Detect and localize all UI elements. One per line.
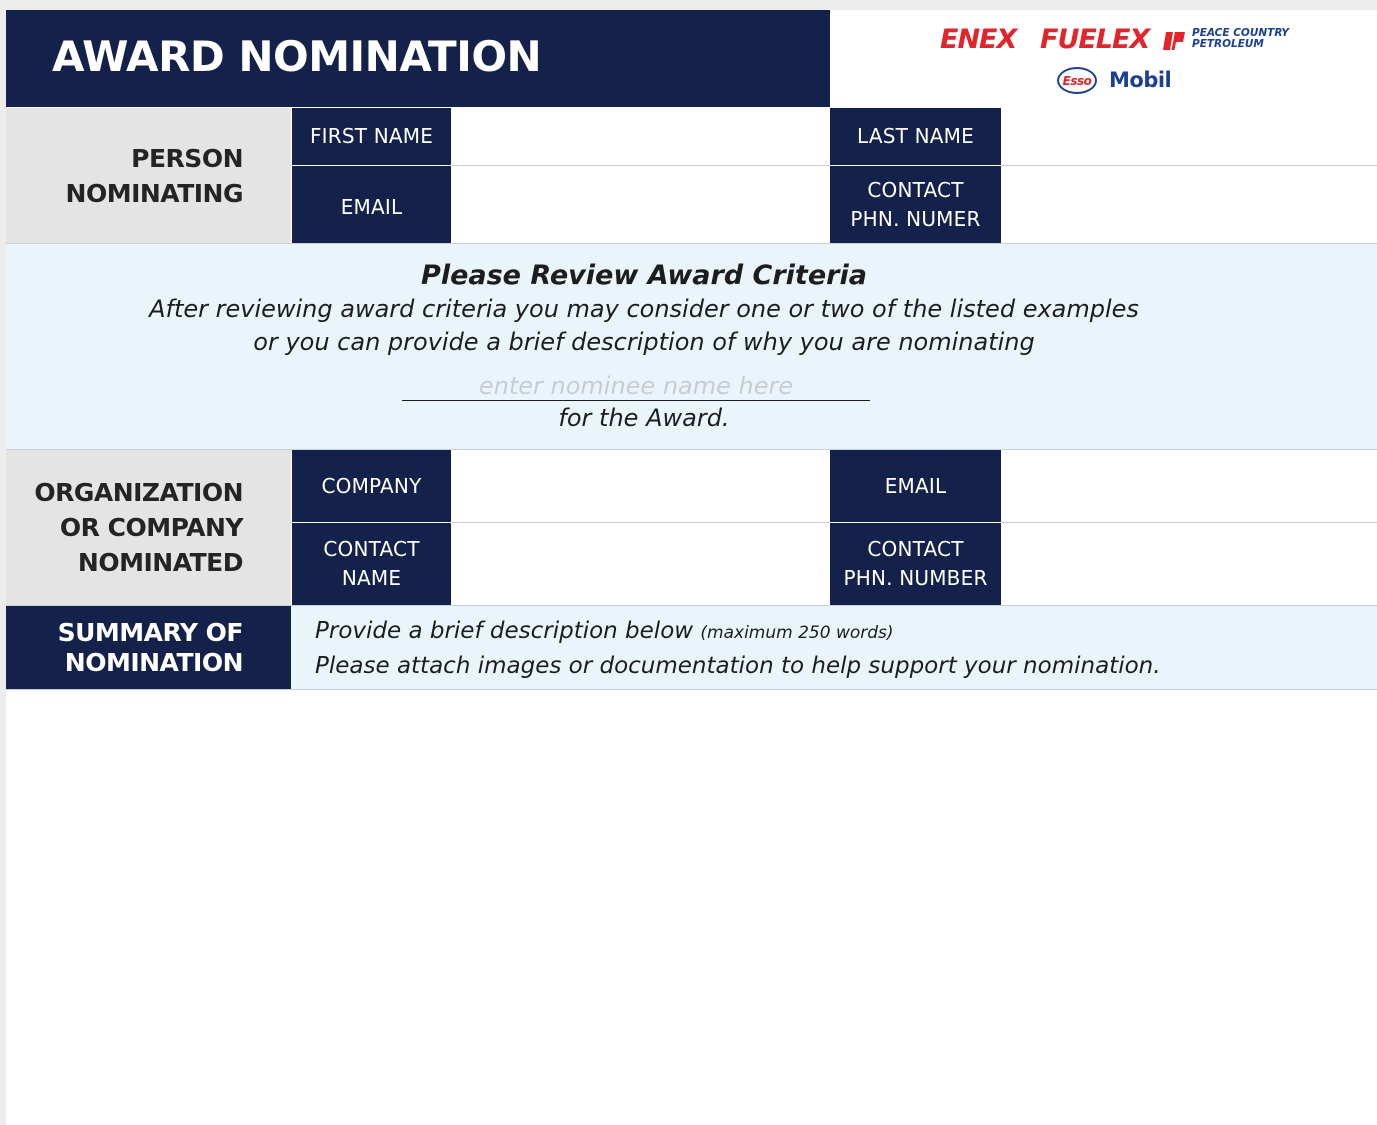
nominator-email-label: EMAIL: [292, 166, 451, 244]
esso-logo-text: Esso: [1062, 73, 1092, 88]
enex-logo: ENEX: [940, 24, 1017, 55]
summary-description-textarea[interactable]: [6, 690, 1377, 1125]
first-name-label-text: FIRST NAME: [309, 124, 434, 148]
first-name-label: FIRST NAME: [292, 108, 451, 165]
organization-nominated-heading: ORGANIZATION OR COMPANY NOMINATED: [6, 450, 291, 605]
summary-heading-line1: SUMMARY OF: [57, 617, 244, 647]
person-nominating-line1: PERSON: [131, 144, 243, 173]
company-label: COMPANY: [292, 450, 451, 522]
person-nominating-heading: PERSON NOMINATING: [6, 108, 291, 244]
divider: [1002, 165, 1377, 166]
contact-name-input[interactable]: [452, 523, 829, 605]
company-label-text: COMPANY: [321, 473, 422, 498]
last-name-label-text: LAST NAME: [857, 124, 974, 148]
esso-logo: Esso: [1057, 67, 1097, 94]
nominee-phone-label-line1: CONTACT: [867, 537, 964, 561]
divider: [452, 522, 830, 523]
nominee-email-label: EMAIL: [830, 450, 1001, 522]
nominator-phone-label-line1: CONTACT: [867, 178, 964, 202]
enex-logo-text: ENEX: [940, 24, 1017, 55]
summary-instruction-main: Provide a brief description below: [315, 618, 694, 644]
peace-country-logo: PEACE COUNTRY PETROLEUM: [1192, 28, 1289, 50]
nominator-phone-input[interactable]: [1002, 166, 1377, 244]
nominee-phone-label: CONTACT PHN. NUMBER: [830, 523, 1001, 605]
award-criteria-panel: Please Review Award Criteria After revie…: [6, 244, 1377, 449]
criteria-title: Please Review Award Criteria: [421, 260, 867, 291]
last-name-label: LAST NAME: [830, 108, 1001, 165]
organization-heading-line1: ORGANIZATION: [34, 478, 243, 507]
nominee-email-input[interactable]: [1002, 450, 1377, 522]
contact-name-label-line2: NAME: [341, 566, 402, 590]
summary-instructions: Provide a brief description below (maxim…: [291, 606, 1377, 689]
nominator-phone-label: CONTACT PHN. NUMER: [830, 166, 1001, 244]
nominator-email-label-text: EMAIL: [340, 194, 403, 219]
for-award-text: for the Award.: [558, 404, 730, 432]
summary-word-limit-note: (maximum 250 words): [700, 623, 894, 643]
organization-heading-line3: NOMINATED: [77, 548, 244, 577]
person-nominating-line2: NOMINATING: [65, 179, 244, 208]
peace-country-icon: [1162, 30, 1186, 52]
nominee-email-label-text: EMAIL: [884, 473, 947, 498]
company-input[interactable]: [452, 450, 829, 522]
nominator-phone-label-line2: PHN. NUMER: [850, 207, 981, 231]
mobil-logo-text: Mobil: [1109, 68, 1172, 92]
nominee-name-input[interactable]: [402, 371, 870, 401]
contact-name-label-line1: CONTACT: [323, 537, 420, 561]
nominator-last-name-input[interactable]: [1002, 108, 1377, 165]
criteria-line2: or you can provide a brief description o…: [253, 328, 1035, 356]
nominee-phone-input[interactable]: [1002, 523, 1377, 605]
divider: [1002, 522, 1377, 523]
nomination-form: AWARD NOMINATION ENEX FUELEX PEACE COUNT…: [6, 10, 1377, 1125]
nominator-first-name-input[interactable]: [452, 108, 829, 165]
peace-country-line2: PETROLEUM: [1192, 38, 1264, 50]
summary-instruction-line1: Provide a brief description below (maxim…: [315, 618, 894, 644]
page-title: AWARD NOMINATION: [52, 32, 542, 81]
organization-heading-line2: OR COMPANY: [59, 513, 244, 542]
contact-name-label: CONTACT NAME: [292, 523, 451, 605]
mobil-logo: Mobil: [1109, 68, 1172, 92]
fuelex-logo: FUELEX: [1040, 24, 1150, 55]
summary-heading: SUMMARY OF NOMINATION: [6, 606, 291, 689]
summary-heading-line2: NOMINATION: [64, 647, 244, 677]
summary-instruction-line2: Please attach images or documentation to…: [315, 653, 1161, 679]
nominator-email-input[interactable]: [452, 166, 829, 244]
brand-logos: ENEX FUELEX PEACE COUNTRY PETROLEUM Esso…: [830, 10, 1377, 107]
nominee-phone-label-line2: PHN. NUMBER: [843, 566, 988, 590]
divider: [452, 165, 830, 166]
title-band: AWARD NOMINATION: [6, 10, 830, 107]
criteria-line1: After reviewing award criteria you may c…: [149, 295, 1139, 323]
fuelex-logo-text: FUELEX: [1040, 24, 1150, 55]
